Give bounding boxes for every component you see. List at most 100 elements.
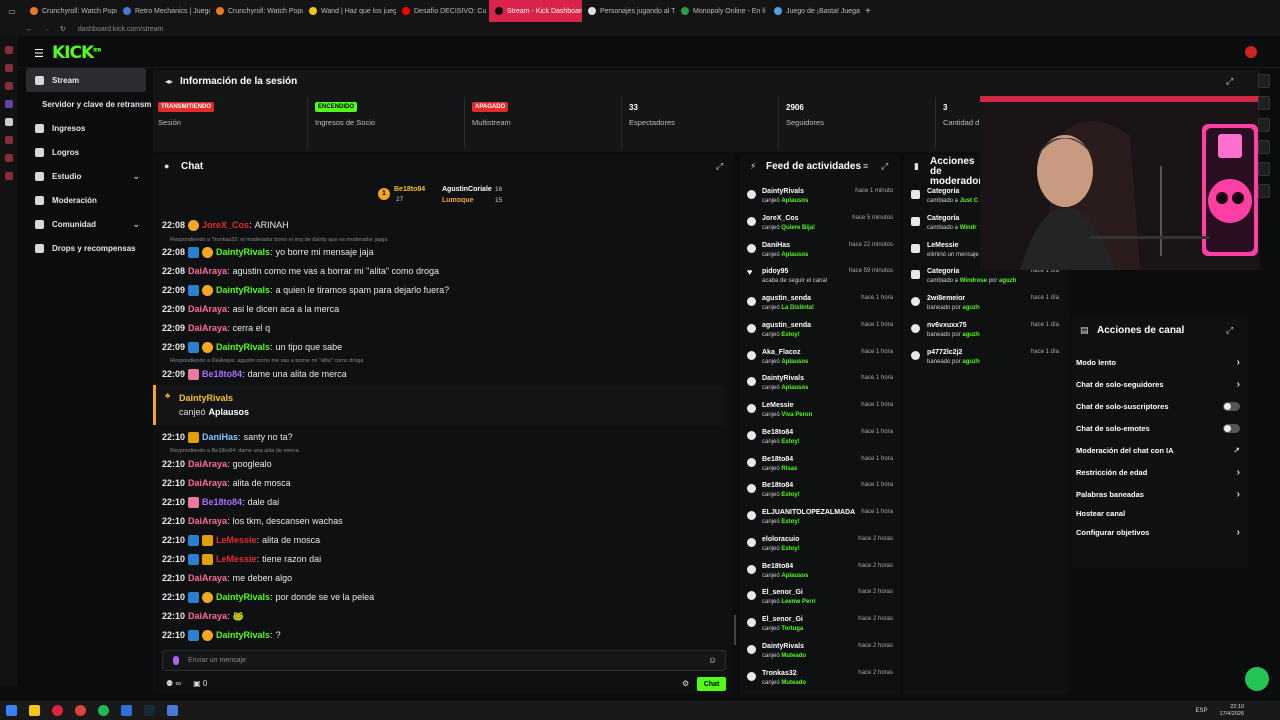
browser-tab[interactable]: Crunchyroll: Watch Popu [24,0,117,22]
feed-username[interactable]: Be18to84 [762,456,793,463]
browser-tab[interactable]: Crunchyroll: Watch Popu [210,0,303,22]
emote-picker-icon[interactable] [173,656,179,665]
filter-icon[interactable]: ≡ [863,161,868,171]
nav-item[interactable]: Ingresos [18,116,152,140]
leaderboard-name[interactable]: AgustinCoriale [442,186,492,193]
channel-action[interactable]: Chat de solo-suscriptores [1076,398,1240,414]
send-chat-button[interactable]: Chat [697,677,726,691]
mod-action-target[interactable]: Just C [960,198,978,204]
feed-username[interactable]: Tronkas32 [762,670,797,677]
mod-action-by[interactable]: aguzh [999,278,1016,284]
window-icon[interactable]: ▭ [0,7,24,16]
nav-item[interactable]: Estudio ⌄ [18,164,152,188]
sidebar-app-icon[interactable] [5,64,13,72]
feed-username[interactable]: Be18to84 [762,429,793,436]
feed-item[interactable]: Be18to84 hace 1 hora canjeó Estoy! [746,427,896,454]
feed-popout-icon[interactable]: ⤢ [881,161,888,172]
feed-username[interactable]: agustin_senda [762,322,811,329]
sidebar-app-icon[interactable] [5,82,13,90]
message-username[interactable]: DaiAraya [188,304,227,314]
toggle-switch[interactable] [1223,401,1240,411]
sidebar-app-icon[interactable] [5,154,13,162]
feed-item[interactable]: Be18to84 hace 2 horas canjeó Aplausos [746,561,896,588]
feed-item[interactable]: El_senor_Gi hace 2 horas canjeó Leeme Perr… [746,587,896,614]
nav-item[interactable]: Servidor y clave de retransm [18,92,152,116]
message-username[interactable]: DaiAraya [188,266,227,276]
channel-action[interactable]: Chat de solo-seguidores › [1076,376,1240,392]
channel-action[interactable]: Chat de solo-emotes [1076,420,1240,436]
sidebar-app-icon[interactable] [5,118,13,126]
leaderboard-name[interactable]: Be18to84 [394,186,425,193]
feed-username[interactable]: eloloracuio [762,536,799,543]
message-username[interactable]: DaintyRivals [216,285,270,295]
message-username[interactable]: DaintyRivals [216,247,270,257]
message-username[interactable]: DaiAraya [188,516,227,526]
feed-item[interactable]: El_senor_Gi hace 2 horas canjeó Tortuga [746,614,896,641]
toggle-switch[interactable] [1223,423,1240,433]
chrome-icon[interactable] [75,705,86,716]
browser-tab[interactable]: Juego de ¡Basta! Juega S [768,0,861,22]
rail-card-icon[interactable] [1257,96,1270,110]
back-icon[interactable]: ← [26,26,33,33]
leaderboard-name[interactable]: Lumoque [442,197,474,204]
points-icon[interactable]: ▣ 0 [193,679,207,688]
channel-action[interactable]: Restricción de edad › [1076,464,1240,480]
message-username[interactable]: Be18to84 [202,497,242,507]
sidebar-app-icon[interactable] [5,46,13,54]
nav-item[interactable]: Stream [26,68,146,92]
emoji-icon[interactable]: ☺ [708,655,717,665]
feed-item[interactable]: eloloracuio hace 2 horas canjeó Estoy! [746,534,896,561]
feed-username[interactable]: El_senor_Gi [762,616,803,623]
nav-item[interactable]: Logros [18,140,152,164]
browser-tab[interactable]: Monopoly Online - En lí [675,0,768,22]
feed-username[interactable]: LeMessie [762,402,794,409]
browser-tab[interactable]: Stream - Kick Dashboard [489,0,582,22]
chat-help-bubble[interactable] [1245,667,1269,691]
feed-item[interactable]: agustin_senda hace 1 hora canjeó La Distin… [746,293,896,320]
rail-wrench-icon[interactable] [1257,184,1270,198]
feed-item[interactable]: Be18to84 hace 1 hora canjeó Estoy! [746,480,896,507]
mod-action-target[interactable]: aguzh [962,332,979,338]
message-username[interactable]: Be18to84 [202,369,242,379]
message-username[interactable]: JoreX_Cos [202,220,249,230]
rail-link-icon[interactable] [1257,140,1270,154]
browser-tab[interactable]: Wand | Haz que los juego [303,0,396,22]
feed-username[interactable]: Be18to84 [762,563,793,570]
message-username[interactable]: LeMessie [216,535,257,545]
feed-item[interactable]: DaintyRivals hace 1 hora canjeó Aplausos [746,373,896,400]
feed-item[interactable]: ♥ pidoy95 hace 59 minutos acaba de seguir e… [746,266,896,293]
sidebar-app-icon[interactable] [5,172,13,180]
spotify-icon[interactable] [98,705,109,716]
feed-username[interactable]: DaniHas [762,242,790,249]
message-username[interactable]: DaiAraya [188,323,227,333]
message-username[interactable]: DaiAraya [188,573,227,583]
feed-item[interactable]: ELJUANITOLOPEZALMADA hace 1 hora canjeó Es… [746,507,896,534]
users-icon[interactable]: ⚉ ∞ [166,679,181,688]
message-username[interactable]: DaintyRivals [216,592,270,602]
mod-action-target[interactable]: aguzh [962,305,979,311]
feed-username[interactable]: Aka_Flacoz [762,349,801,356]
feed-item[interactable]: agustin_senda hace 1 hora canjeó Estoy! [746,320,896,347]
message-username[interactable]: DaiAraya [188,478,227,488]
message-username[interactable]: DaniHas [202,432,238,442]
channel-action[interactable]: Palabras baneadas › [1076,486,1240,502]
mod-action-target[interactable]: aguzh [962,359,979,365]
chat-popout-icon[interactable]: ⤢ [716,161,723,172]
message-username[interactable]: DaiAraya [188,611,227,621]
mod-action-target[interactable]: Windrose [960,278,987,284]
rail-bolt-icon[interactable] [1257,74,1270,88]
chat-scrollbar[interactable] [734,615,736,645]
rail-chat-icon[interactable] [1257,118,1270,132]
forward-icon[interactable]: → [43,26,50,33]
channel-action[interactable]: Configurar objetivos › [1076,524,1240,540]
feed-username[interactable]: agustin_senda [762,295,811,302]
taskbar-lang[interactable]: ESP [1196,708,1208,714]
mod-action-item[interactable]: 2wi8emeior hace 1 día baneado por aguzh [910,293,1060,320]
menu-icon[interactable]: ☰ [34,47,44,60]
popout-icon[interactable]: ⤢ [1226,76,1233,87]
sidebar-app-icon[interactable] [5,100,13,108]
feed-item[interactable]: DaintyRivals hace 1 minuto canjeó Aplausos [746,186,896,213]
feed-item[interactable]: DaintyRivals hace 2 horas canjeó Muteado [746,641,896,668]
feed-item[interactable]: LeMessie hace 1 hora canjeó Viva Peron [746,400,896,427]
nav-item[interactable]: Drops y recompensas [18,236,152,260]
